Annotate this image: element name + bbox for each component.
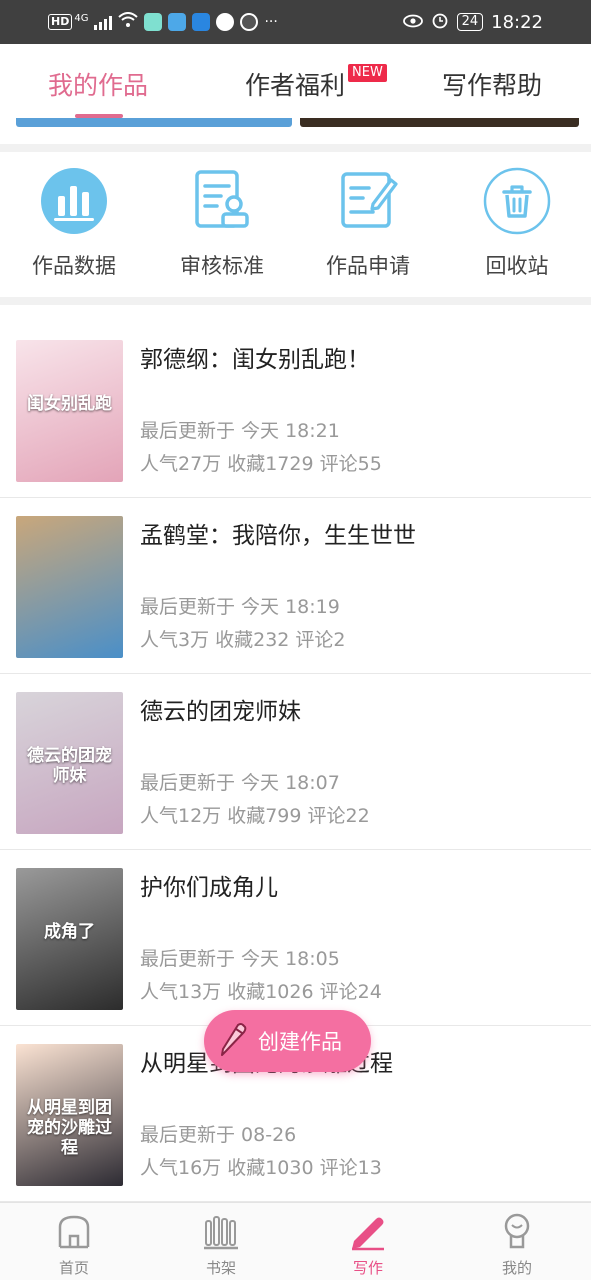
work-title: 护你们成角儿	[140, 875, 278, 901]
nav-profile[interactable]: 我的	[467, 1211, 567, 1278]
work-cover[interactable]: 闺女别乱跑	[16, 340, 123, 482]
work-item[interactable]: 孟鹤堂：我陪你，生生世世 最后更新于 今天 18:19 人气3万 收藏232 评…	[0, 498, 591, 674]
bottom-nav: 首页 书架 写作 我的	[0, 1202, 591, 1280]
bookshelf-icon	[201, 1211, 241, 1251]
tab-writing-help[interactable]: 写作帮助	[442, 66, 542, 102]
edit-document-icon	[333, 166, 403, 236]
review-standard-icon	[187, 166, 257, 236]
chat-icon	[216, 13, 235, 31]
status-bar: HD 4G ··· 24 18:22	[0, 0, 591, 44]
network-type-label: 4G	[74, 12, 89, 24]
tool-label: 作品数据	[32, 254, 116, 278]
tool-label: 作品申请	[326, 254, 410, 278]
banner-strip[interactable]	[0, 118, 591, 128]
tab-author-benefits[interactable]: 作者福利	[245, 66, 345, 102]
work-cover[interactable]	[16, 516, 123, 658]
nav-label: 写作	[352, 1259, 383, 1277]
nav-bookshelf[interactable]: 书架	[171, 1211, 271, 1278]
cover-text: 从明星到团宠的沙雕过程	[27, 1097, 112, 1158]
create-work-label: 创建作品	[258, 1030, 342, 1054]
work-title: 德云的团宠师妹	[140, 699, 301, 725]
pencil-icon	[218, 1021, 248, 1061]
cover-text: 成角了	[44, 921, 95, 942]
work-cover[interactable]: 从明星到团宠的沙雕过程	[16, 1044, 123, 1186]
work-stats: 人气12万 收藏799 评论22	[140, 805, 370, 827]
tools-grid: 作品数据 审核标准 作品申请 回收站	[0, 152, 591, 297]
work-item[interactable]: 闺女别乱跑 郭德纲：闺女别乱跑！ 最后更新于 今天 18:21 人气27万 收藏…	[0, 322, 591, 498]
new-badge: NEW	[348, 64, 387, 82]
tool-work-apply[interactable]: 作品申请	[298, 166, 438, 280]
more-icon: ···	[264, 14, 278, 30]
section-divider	[0, 144, 591, 152]
app-icon	[144, 13, 163, 31]
banner-item[interactable]	[16, 118, 292, 127]
work-update-time: 最后更新于 今天 18:19	[140, 596, 340, 618]
nav-label: 首页	[58, 1259, 89, 1277]
work-title: 孟鹤堂：我陪你，生生世世	[140, 523, 416, 549]
nav-label: 我的	[501, 1259, 532, 1277]
work-stats: 人气3万 收藏232 评论2	[140, 629, 346, 651]
trash-icon	[482, 166, 552, 236]
status-bar-right: 24 18:22	[402, 9, 543, 35]
tool-review-standard[interactable]: 审核标准	[152, 166, 292, 280]
work-update-time: 最后更新于 08-26	[140, 1124, 297, 1146]
banner-item[interactable]	[300, 118, 579, 127]
signal-icon	[94, 14, 113, 30]
app-icon	[192, 13, 211, 31]
write-pen-icon	[348, 1211, 388, 1251]
app-icon	[168, 13, 187, 31]
work-stats: 人气27万 收藏1729 评论55	[140, 453, 382, 475]
tab-my-works[interactable]: 我的作品	[48, 66, 148, 102]
network-label: HD	[48, 14, 73, 30]
work-cover[interactable]: 成角了	[16, 868, 123, 1010]
work-item[interactable]: 德云的团宠师妹 德云的团宠师妹 最后更新于 今天 18:07 人气12万 收藏7…	[0, 674, 591, 850]
eye-icon	[402, 12, 423, 33]
section-divider	[0, 297, 591, 305]
home-icon	[54, 1211, 94, 1251]
cover-text: 闺女别乱跑	[27, 393, 112, 414]
work-update-time: 最后更新于 今天 18:21	[140, 420, 340, 442]
cover-text: 德云的团宠师妹	[27, 745, 112, 786]
top-tab-bar: 我的作品 作者福利 写作帮助	[0, 44, 591, 122]
tool-label: 审核标准	[180, 254, 264, 278]
work-stats: 人气13万 收藏1026 评论24	[140, 981, 382, 1003]
tool-work-data[interactable]: 作品数据	[4, 166, 144, 280]
tool-label: 回收站	[485, 254, 549, 278]
bar-chart-icon	[39, 166, 109, 236]
status-time: 18:22	[491, 11, 543, 33]
nav-home[interactable]: 首页	[24, 1211, 124, 1278]
create-work-button[interactable]: 创建作品	[204, 1010, 371, 1072]
wifi-icon	[118, 12, 139, 32]
work-title: 郭德纲：闺女别乱跑！	[140, 347, 370, 373]
work-item[interactable]: 成角了 护你们成角儿 最后更新于 今天 18:05 人气13万 收藏1026 评…	[0, 850, 591, 1026]
profile-icon	[497, 1211, 537, 1251]
status-bar-left: HD 4G ···	[48, 10, 278, 34]
work-update-time: 最后更新于 今天 18:05	[140, 948, 340, 970]
nav-label: 书架	[205, 1259, 236, 1277]
work-cover[interactable]: 德云的团宠师妹	[16, 692, 123, 834]
alarm-icon	[431, 11, 449, 34]
tool-recycle-bin[interactable]: 回收站	[447, 166, 587, 280]
work-stats: 人气16万 收藏1030 评论13	[140, 1157, 382, 1179]
nav-write[interactable]: 写作	[318, 1211, 418, 1278]
battery-icon: 24	[456, 13, 484, 31]
app-icon	[240, 13, 259, 31]
work-update-time: 最后更新于 今天 18:07	[140, 772, 340, 794]
